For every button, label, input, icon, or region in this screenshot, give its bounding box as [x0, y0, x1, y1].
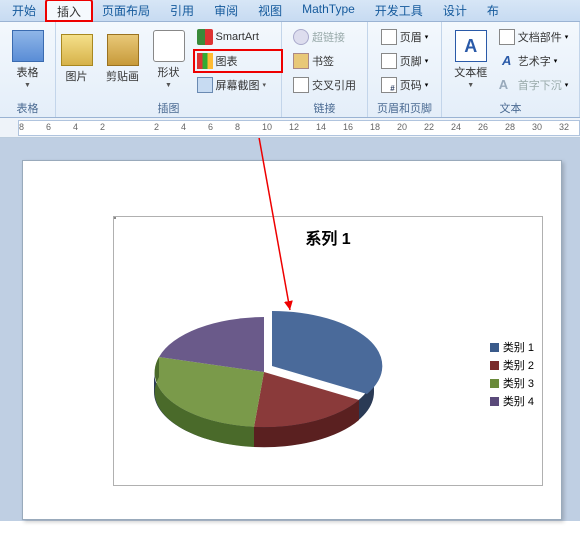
smartart-icon: [197, 29, 213, 45]
tables-button[interactable]: 表格 ▼: [7, 24, 49, 94]
chart-button[interactable]: 图表: [194, 50, 282, 72]
chart-label: 图表: [216, 53, 238, 69]
parts-icon: [499, 29, 515, 45]
legend-item: 类别 4: [490, 393, 534, 409]
wordart-button[interactable]: A 艺术字▾: [496, 50, 572, 72]
crossref-button[interactable]: 交叉引用: [290, 74, 359, 96]
ruler-area: 86422468101214161820222426283032: [0, 118, 580, 138]
dropdown-icon: ▼: [467, 82, 474, 89]
pagenum-icon: #: [381, 77, 397, 93]
tab-references[interactable]: 引用: [160, 0, 204, 21]
ribbon: 表格 ▼ 表格 图片 剪贴画 形状 ▼ Sma: [0, 22, 580, 118]
hyperlink-button[interactable]: 超链接: [290, 26, 359, 48]
workspace: 系列 1: [0, 138, 580, 521]
picture-label: 图片: [66, 68, 88, 84]
tab-view[interactable]: 视图: [248, 0, 292, 21]
tab-design[interactable]: 设计: [433, 0, 477, 21]
group-label-text: 文本: [446, 99, 575, 117]
screenshot-button[interactable]: 屏幕截图 ▾: [194, 74, 282, 96]
dropcap-icon: A: [499, 77, 515, 93]
pagenum-label: 页码: [400, 77, 422, 93]
parts-label: 文档部件: [518, 29, 562, 45]
legend-item: 类别 1: [490, 339, 534, 355]
textbox-label: 文本框: [454, 64, 487, 80]
document-page[interactable]: 系列 1: [22, 160, 562, 520]
smartart-button[interactable]: SmartArt: [194, 26, 282, 48]
legend-item: 类别 3: [490, 375, 534, 391]
tab-review[interactable]: 审阅: [204, 0, 248, 21]
dropcap-button[interactable]: A 首字下沉▾: [496, 74, 572, 96]
footer-label: 页脚: [400, 53, 422, 69]
shapes-label: 形状: [158, 64, 180, 80]
group-text: A 文本框 ▼ 文档部件▾ A 艺术字▾ A 首字下沉▾ 文本: [442, 22, 580, 117]
group-tables: 表格 ▼ 表格: [0, 22, 56, 117]
tab-mathtype[interactable]: MathType: [292, 0, 365, 21]
screenshot-label: 屏幕截图: [216, 77, 260, 93]
tables-label: 表格: [17, 64, 39, 80]
horizontal-ruler[interactable]: 86422468101214161820222426283032: [18, 120, 580, 136]
textbox-icon: A: [455, 30, 487, 62]
group-headfoot: 页眉▾ 页脚▾ # 页码▾ 页眉和页脚: [368, 22, 442, 117]
chart-icon: [197, 53, 213, 69]
parts-button[interactable]: 文档部件▾: [496, 26, 572, 48]
pagenum-button[interactable]: # 页码▾: [378, 74, 432, 96]
picture-button[interactable]: 图片: [56, 24, 98, 94]
hyperlink-icon: [293, 29, 309, 45]
group-label-headfoot: 页眉和页脚: [372, 99, 437, 117]
shapes-button[interactable]: 形状 ▼: [148, 24, 190, 94]
bookmark-button[interactable]: 书签: [290, 50, 359, 72]
wordart-icon: A: [499, 53, 515, 69]
bookmark-label: 书签: [312, 53, 334, 69]
group-label-illus: 插图: [60, 99, 277, 117]
header-icon: [381, 29, 397, 45]
bookmark-icon: [293, 53, 309, 69]
header-button[interactable]: 页眉▾: [378, 26, 432, 48]
chart-legend: 类别 1 类别 2 类别 3 类别 4: [490, 337, 534, 411]
chart-title: 系列 1: [114, 225, 542, 249]
clipart-button[interactable]: 剪贴画: [102, 24, 144, 94]
dropcap-label: 首字下沉: [518, 77, 562, 93]
clipart-label: 剪贴画: [106, 68, 139, 84]
tab-layout2[interactable]: 布: [477, 0, 509, 21]
group-illustrations: 图片 剪贴画 形状 ▼ SmartArt 图表: [56, 22, 282, 117]
textbox-button[interactable]: A 文本框 ▼: [450, 24, 492, 94]
group-label-tables: 表格: [4, 99, 51, 117]
group-label-links: 链接: [286, 99, 363, 117]
group-links: 超链接 书签 交叉引用 链接: [282, 22, 368, 117]
smartart-label: SmartArt: [216, 31, 259, 43]
chart-object[interactable]: 系列 1: [113, 216, 543, 486]
dropdown-icon: ▼: [165, 82, 172, 89]
tab-page-layout[interactable]: 页面布局: [92, 0, 160, 21]
dropdown-icon: ▼: [24, 82, 31, 89]
tab-start[interactable]: 开始: [2, 0, 46, 21]
screenshot-icon: [197, 77, 213, 93]
legend-item: 类别 2: [490, 357, 534, 373]
ribbon-tabs: 开始 插入 页面布局 引用 审阅 视图 MathType 开发工具 设计 布: [0, 0, 580, 22]
hyperlink-label: 超链接: [312, 29, 345, 45]
tab-insert[interactable]: 插入: [46, 0, 92, 21]
footer-button[interactable]: 页脚▾: [378, 50, 432, 72]
wordart-label: 艺术字: [518, 53, 551, 69]
crossref-label: 交叉引用: [312, 77, 356, 93]
header-label: 页眉: [400, 29, 422, 45]
crossref-icon: [293, 77, 309, 93]
tab-developer[interactable]: 开发工具: [365, 0, 433, 21]
pie-chart: [134, 277, 394, 457]
footer-icon: [381, 53, 397, 69]
